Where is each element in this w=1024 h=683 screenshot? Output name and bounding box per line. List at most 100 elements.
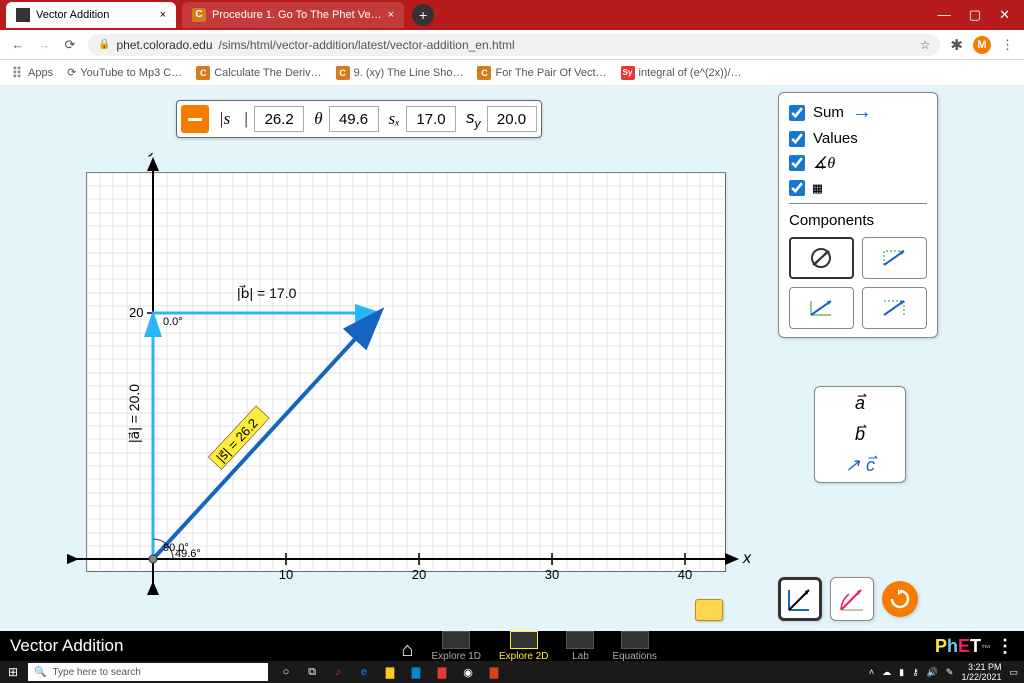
bookmark-youtube[interactable]: ⟳YouTube to Mp3 C… xyxy=(67,66,182,79)
browser-tabstrip: Vector Addition × C Procedure 1. Go To T… xyxy=(0,0,1024,30)
svg-text:30: 30 xyxy=(545,567,559,582)
screen-explore2d[interactable]: Explore 2D xyxy=(499,631,548,662)
values-checkbox[interactable] xyxy=(789,131,805,147)
component-triangle-button[interactable] xyxy=(862,237,927,279)
collapse-button[interactable] xyxy=(181,105,209,133)
vector-b-source[interactable]: ⇀b xyxy=(855,424,865,445)
start-button[interactable]: ⊞ xyxy=(0,665,26,679)
extensions-icon[interactable]: ✱ xyxy=(950,36,963,54)
close-icon[interactable]: × xyxy=(160,9,166,21)
simulation-area: |s⃗| 26.2 θ 49.6 sₓ 17.0 sy 20.0 Sum→ Va… xyxy=(0,86,1024,631)
mode-buttons xyxy=(778,577,918,621)
apps-button[interactable]: ⠿Apps xyxy=(10,66,53,80)
menu-icon[interactable]: ⋮ xyxy=(1001,37,1014,53)
lock-icon: 🔒 xyxy=(98,39,110,50)
theta-value: 49.6 xyxy=(329,106,379,132)
vector-readout-bar: |s⃗| 26.2 θ 49.6 sₓ 17.0 sy 20.0 xyxy=(176,100,542,138)
pen-icon[interactable]: ✎ xyxy=(946,667,954,678)
home-button[interactable]: ⌂ xyxy=(401,639,413,662)
battery-icon[interactable]: ▮ xyxy=(899,667,904,678)
vector-c-source[interactable]: ↗⇀c xyxy=(845,455,875,476)
screen-lab[interactable]: Lab xyxy=(566,631,594,662)
component-none-button[interactable] xyxy=(789,237,854,279)
search-icon: 🔍 xyxy=(34,667,46,678)
vector-a-source[interactable]: ⇀a xyxy=(855,393,865,414)
address-row: ← → ⟳ 🔒 phet.colorado.edu/sims/html/vect… xyxy=(0,30,1024,60)
edge-icon[interactable]: e xyxy=(356,664,372,680)
phet-nav: Vector Addition ⌂ Explore 1D Explore 2D … xyxy=(0,631,1024,661)
reset-button[interactable] xyxy=(882,581,918,617)
phet-favicon xyxy=(16,8,30,22)
minimize-button[interactable]: — xyxy=(938,7,951,23)
component-parallel-button[interactable] xyxy=(789,287,854,329)
mode-cartesian-button[interactable] xyxy=(778,577,822,621)
phet-logo[interactable]: PhET™ ⋮ xyxy=(935,636,1014,657)
groove-icon[interactable]: ♪ xyxy=(330,664,346,680)
tab-vector-addition[interactable]: Vector Addition × xyxy=(6,2,176,28)
vector-sum xyxy=(153,313,379,559)
office-icon[interactable]: ▇ xyxy=(434,664,450,680)
screen-equations[interactable]: Equations xyxy=(612,631,656,662)
volume-icon[interactable]: 🔊 xyxy=(927,667,938,678)
mode-polar-button[interactable] xyxy=(830,577,874,621)
windows-taskbar: ⊞ 🔍 Type here to search ○ ⧉ ♪ e ▇ ▇ ▇ ◉ … xyxy=(0,661,1024,683)
reload-button[interactable]: ⟳ xyxy=(62,37,78,53)
values-label: Values xyxy=(813,130,858,147)
svg-text:y: y xyxy=(148,153,158,157)
sy-label: sy xyxy=(464,108,483,130)
bookmark-pair-vect[interactable]: CFor The Pair Of Vect… xyxy=(477,66,606,80)
taskview-icon[interactable]: ⧉ xyxy=(304,664,320,680)
taskbar-clock[interactable]: 3:21 PM 1/22/2021 xyxy=(961,662,1001,682)
tray-chevron[interactable]: ˄ xyxy=(869,667,874,677)
vec-s-label: |s⃗| = 26.2 xyxy=(213,416,261,465)
svg-text:20: 20 xyxy=(412,567,426,582)
profile-button[interactable]: M xyxy=(973,36,991,54)
url-path: /sims/html/vector-addition/latest/vector… xyxy=(219,38,515,52)
back-button[interactable]: ← xyxy=(10,37,26,52)
sum-checkbox[interactable] xyxy=(789,105,805,121)
sy-value: 20.0 xyxy=(487,106,537,132)
vector-palette: ⇀a ⇀b ↗⇀c xyxy=(814,386,906,483)
tab-chegg[interactable]: C Procedure 1. Go To The Phet Ve… × xyxy=(182,2,404,28)
cortana-icon[interactable]: ○ xyxy=(278,664,294,680)
component-projection-button[interactable] xyxy=(862,287,927,329)
control-panel: Sum→ Values ∡θ ▦ Components xyxy=(778,92,938,338)
close-icon[interactable]: × xyxy=(388,9,394,21)
sim-title: Vector Addition xyxy=(10,636,123,656)
url-host: phet.colorado.edu xyxy=(116,38,212,52)
bookmark-line[interactable]: C9. (xy) The Line Sho… xyxy=(336,66,464,80)
svg-text:10: 10 xyxy=(279,567,293,582)
onedrive-icon[interactable]: ☁ xyxy=(882,667,891,678)
svg-text:20: 20 xyxy=(129,305,143,320)
taskbar-search[interactable]: 🔍 Type here to search xyxy=(28,663,268,681)
angle-icon: ∡θ xyxy=(813,153,835,173)
window-controls: — ▢ ✕ xyxy=(938,7,1024,23)
angle-b-text: 0.0° xyxy=(163,316,183,328)
chrome-icon[interactable]: ◉ xyxy=(460,664,476,680)
forward-button[interactable]: → xyxy=(36,37,52,52)
graph-svg: 10 20 30 40 20 x y |b⃗| = 17.0 |a⃗| = 20… xyxy=(67,153,767,603)
powerpoint-icon[interactable]: ▇ xyxy=(486,664,502,680)
eraser-button[interactable] xyxy=(695,599,723,621)
maximize-button[interactable]: ▢ xyxy=(969,7,981,23)
grid-icon: ▦ xyxy=(813,179,822,197)
screen-explore1d[interactable]: Explore 1D xyxy=(432,631,481,662)
theta-label: θ xyxy=(312,109,324,129)
bookmark-integral[interactable]: Syintegral of (e^(2x))/… xyxy=(621,66,742,80)
svg-text:x: x xyxy=(742,550,752,567)
new-tab-button[interactable]: + xyxy=(412,4,434,26)
url-bar[interactable]: 🔒 phet.colorado.edu/sims/html/vector-add… xyxy=(88,34,940,56)
sx-label: sₓ xyxy=(387,109,402,129)
bookmark-calc-deriv[interactable]: CCalculate The Deriv… xyxy=(196,66,321,80)
graph-area[interactable]: 10 20 30 40 20 x y |b⃗| = 17.0 |a⃗| = 20… xyxy=(86,172,726,572)
sum-arrow-icon: → xyxy=(852,101,872,124)
store-icon[interactable]: ▇ xyxy=(408,664,424,680)
grid-checkbox[interactable] xyxy=(789,180,805,196)
angle-checkbox[interactable] xyxy=(789,155,805,171)
explorer-icon[interactable]: ▇ xyxy=(382,664,398,680)
vec-a-label: |a⃗| = 20.0 xyxy=(126,384,142,443)
bookmark-star[interactable]: ☆ xyxy=(920,38,931,52)
close-window-button[interactable]: ✕ xyxy=(999,7,1010,23)
wifi-icon[interactable]: ⚷ xyxy=(912,667,919,678)
notifications-icon[interactable]: ▭ xyxy=(1009,667,1018,678)
